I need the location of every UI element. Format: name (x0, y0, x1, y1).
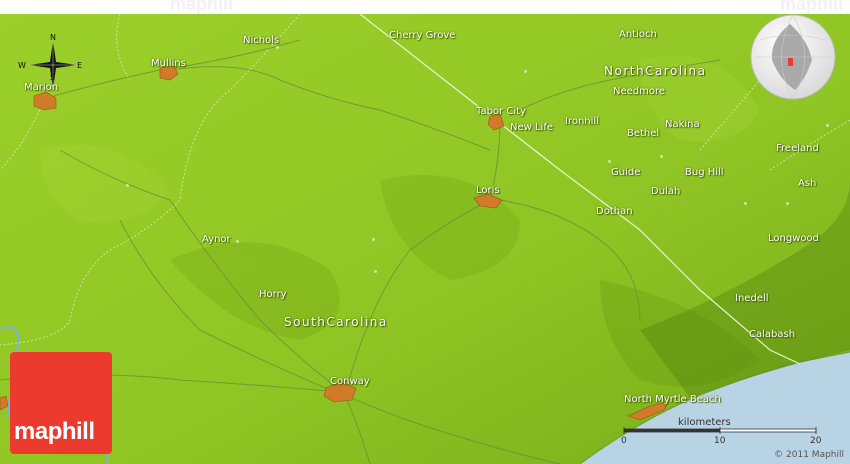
place-dot (608, 160, 611, 163)
place-label-horry[interactable]: Horry (259, 289, 287, 300)
compass-north-label: N (50, 33, 56, 42)
maphill-watermark: maphill (170, 0, 234, 14)
place-label-dulah[interactable]: Dulah (651, 186, 680, 197)
scale-tick-10: 10 (714, 436, 726, 446)
place-label-guide[interactable]: Guide (611, 167, 640, 178)
place-label-marion[interactable]: Marion (24, 82, 58, 93)
place-label-mullins[interactable]: Mullins (151, 58, 186, 69)
scale-tick-0: 0 (621, 436, 627, 446)
place-label-cherry-grove[interactable]: Cherry Grove (389, 30, 455, 41)
place-label-antioch[interactable]: Antioch (619, 29, 657, 40)
place-label-longwood[interactable]: Longwood (768, 233, 819, 244)
place-dot-nichols (276, 46, 279, 49)
place-dot (660, 155, 663, 158)
place-label-aynor[interactable]: Aynor (202, 234, 231, 245)
place-label-bethel[interactable]: Bethel (627, 128, 659, 139)
place-label-calabash[interactable]: Calabash (749, 329, 795, 340)
place-label-needmore[interactable]: Needmore (613, 86, 665, 97)
place-label-conway[interactable]: Conway (330, 376, 370, 387)
place-label-nichols[interactable]: Nichols (243, 35, 279, 46)
maphill-logo-text: maphill (14, 418, 95, 445)
place-label-bug-hill[interactable]: Bug Hill (685, 167, 724, 178)
physical-map (0, 0, 850, 464)
copyright-notice: © 2011 Maphill (774, 450, 844, 460)
compass-west-label: W (18, 61, 26, 70)
place-dot (374, 270, 377, 273)
compass-south-label: S (50, 73, 56, 82)
scale-title: kilometers (678, 417, 731, 428)
locator-globe (750, 14, 836, 100)
place-label-tabor-city[interactable]: Tabor City (476, 106, 526, 117)
place-dot (786, 202, 789, 205)
place-dot (236, 240, 239, 243)
place-dot (126, 184, 129, 187)
maphill-watermark-right: maphill (780, 0, 844, 14)
place-label-new-life[interactable]: New Life (510, 122, 553, 133)
place-label-ironhill[interactable]: Ironhill (565, 116, 599, 127)
state-label-north-carolina: NorthCarolina (604, 64, 707, 78)
scale-tick-20: 20 (810, 436, 822, 446)
compass-east-label: E (77, 61, 83, 70)
state-label-south-carolina: SouthCarolina (284, 315, 388, 329)
place-label-loris[interactable]: Loris (476, 185, 500, 196)
place-dot (826, 124, 829, 127)
place-label-inedell[interactable]: Inedell (735, 293, 769, 304)
place-label-north-myrtle-beach[interactable]: North Myrtle Beach (624, 394, 721, 405)
maphill-logo[interactable]: maphill (10, 352, 112, 454)
place-dot (524, 70, 527, 73)
place-label-freeland[interactable]: Freeland (776, 143, 819, 154)
place-label-dothan[interactable]: Dothan (596, 206, 633, 217)
place-dot (372, 238, 375, 241)
place-label-ash[interactable]: Ash (798, 178, 816, 189)
place-dot (744, 202, 747, 205)
place-label-nakina[interactable]: Nakina (665, 119, 700, 130)
